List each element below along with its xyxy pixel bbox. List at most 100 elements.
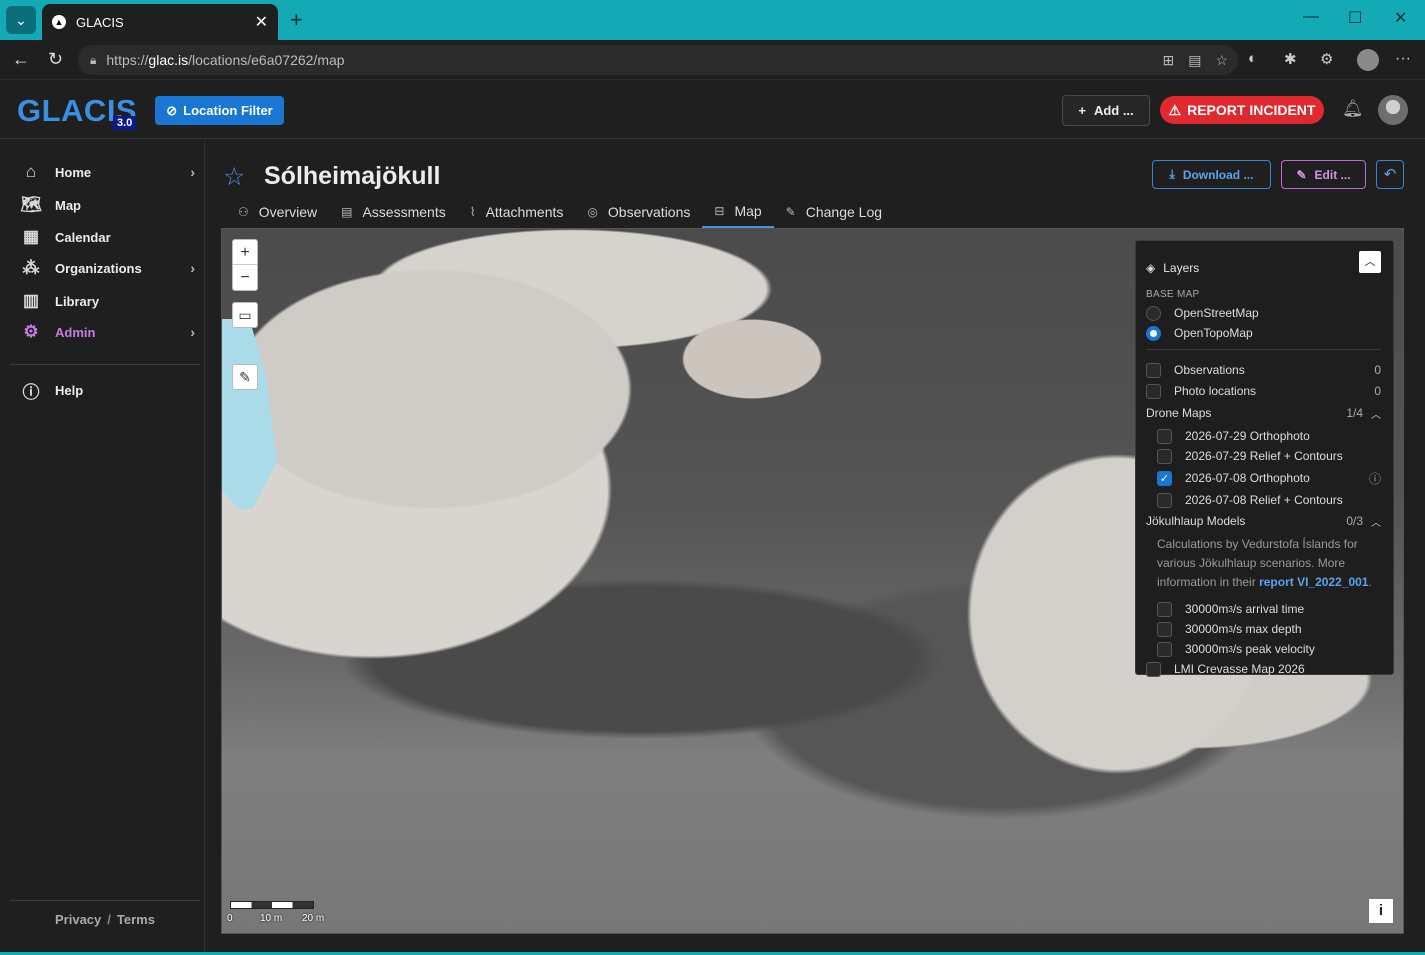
- minimize-icon[interactable]: —: [1303, 8, 1319, 26]
- overlay-label: Observations: [1174, 363, 1245, 377]
- terms-link[interactable]: Terms: [117, 912, 155, 927]
- sidebar-item-home[interactable]: ⌂ Home ›: [20, 160, 195, 184]
- tab-label: Assessments: [362, 204, 446, 220]
- report-incident-button[interactable]: ⚠ REPORT INCIDENT: [1160, 96, 1324, 124]
- drone-map-option[interactable]: 2026-07-08 Relief + Contours: [1157, 491, 1381, 509]
- jokulhlaup-model-option[interactable]: 30000m 3/s peak velocity: [1157, 640, 1381, 658]
- chevron-right-icon: ›: [190, 260, 195, 276]
- back-arrow-icon[interactable]: ←: [12, 49, 30, 70]
- sidebar-item-calendar[interactable]: ▦ Calendar: [20, 225, 195, 249]
- drone-map-option[interactable]: ✓ 2026-07-08 Orthophoto ⓘ: [1157, 469, 1381, 487]
- app-header: GLACIS 3.0 ⊘ Location Filter + Add ... ⚠…: [0, 81, 1425, 139]
- tab-menu-button[interactable]: ⌄: [6, 6, 36, 34]
- sidebar-item-label: Admin: [55, 324, 96, 340]
- checkbox[interactable]: [1157, 621, 1172, 637]
- new-tab-button[interactable]: +: [290, 6, 303, 34]
- checkbox[interactable]: [1157, 641, 1172, 657]
- add-button[interactable]: + Add ...: [1062, 95, 1150, 126]
- tab-assessments[interactable]: ▤ Assessments: [329, 196, 458, 228]
- map-view[interactable]: + − ▭ ✎ 0 10 m 20 m i ◈ Layers ︿ BASE MA…: [221, 228, 1404, 934]
- checkbox-checked[interactable]: ✓: [1157, 470, 1172, 486]
- tab-observations[interactable]: ◎ Observations: [575, 196, 702, 228]
- draw-edit-icon[interactable]: ✎: [232, 364, 258, 390]
- sidebar-item-organizations[interactable]: ⁂ Organizations ›: [20, 256, 196, 280]
- notifications-bell-icon[interactable]: 🔔︎: [1342, 99, 1364, 119]
- sidebar-item-map[interactable]: 🗺︎ Map: [20, 193, 195, 217]
- crevasse-map-option[interactable]: LMI Crevasse Map 2026: [1146, 660, 1381, 678]
- calendar-icon: ▦: [22, 227, 40, 246]
- edit-log-icon: ✎: [785, 205, 796, 219]
- drone-map-label: 2026-07-29 Orthophoto: [1185, 429, 1310, 443]
- drone-maps-group[interactable]: Drone Maps 1/4 ︿: [1146, 406, 1381, 421]
- overlay-count: 0: [1374, 363, 1381, 377]
- checkbox[interactable]: [1146, 362, 1161, 378]
- close-tab-icon[interactable]: ✕: [255, 12, 268, 32]
- extension-shield-icon[interactable]: ◐: [1248, 50, 1257, 67]
- undo-back-button[interactable]: ↶: [1376, 160, 1404, 189]
- organizations-icon: ⁂: [22, 258, 40, 277]
- checkbox[interactable]: [1157, 448, 1172, 464]
- report-incident-label: REPORT INCIDENT: [1187, 102, 1316, 118]
- sidebar-item-admin[interactable]: ⚙ Admin ›: [20, 320, 195, 344]
- privacy-link[interactable]: Privacy: [55, 912, 101, 927]
- info-circle-icon[interactable]: ⓘ: [1369, 470, 1381, 487]
- sidebar-item-label: Library: [55, 293, 100, 309]
- checkbox[interactable]: [1146, 661, 1161, 677]
- site-info-icon[interactable]: 🔒︎: [90, 53, 96, 68]
- group-label: Drone Maps: [1146, 406, 1212, 420]
- base-map-option[interactable]: OpenTopoMap: [1146, 324, 1381, 342]
- jokulhlaup-model-option[interactable]: 30000m 3/s arrival time: [1157, 600, 1381, 618]
- sidebar-item-library[interactable]: ▥ Library: [20, 289, 195, 313]
- map-water-area: [222, 319, 277, 509]
- chevron-right-icon: ›: [190, 324, 195, 340]
- drone-map-option[interactable]: 2026-07-29 Orthophoto: [1157, 427, 1381, 445]
- base-map-option[interactable]: OpenStreetMap: [1146, 304, 1381, 322]
- radio-button[interactable]: [1146, 305, 1161, 321]
- favorite-star-icon[interactable]: ☆: [223, 162, 245, 192]
- tab-change-log[interactable]: ✎ Change Log: [774, 196, 894, 228]
- overlay-option[interactable]: Photo locations 0: [1146, 382, 1381, 400]
- location-filter-button[interactable]: ⊘ Location Filter: [155, 96, 284, 125]
- browser-menu-icon[interactable]: ···: [1395, 50, 1411, 68]
- browser-tab[interactable]: ▲ GLACIS ✕: [42, 4, 278, 40]
- browser-profile-avatar[interactable]: [1357, 49, 1379, 71]
- sidebar-item-help[interactable]: ⓘ Help: [20, 378, 195, 402]
- tab-map[interactable]: ⊟ Map: [702, 196, 774, 228]
- jokulhlaup-models-group[interactable]: Jökulhlaup Models 0/3 ︿: [1146, 514, 1381, 529]
- help-icon: ⓘ: [22, 382, 40, 402]
- checkbox[interactable]: [1157, 492, 1172, 508]
- checkbox[interactable]: [1157, 428, 1172, 444]
- jokulhlaup-model-option[interactable]: 30000m 3/s max depth: [1157, 620, 1381, 638]
- jokulhlaup-description: Calculations by Vedurstofa Íslands for v…: [1157, 535, 1381, 592]
- tab-overview[interactable]: ⚇ Overview: [226, 196, 329, 228]
- overlay-option[interactable]: Observations 0: [1146, 361, 1381, 379]
- zoom-out-button[interactable]: −: [233, 265, 257, 290]
- edit-button[interactable]: ✎ Edit ...: [1281, 160, 1366, 189]
- favorite-star-icon[interactable]: ☆: [1215, 52, 1228, 69]
- download-button[interactable]: ⤓ Download ...: [1152, 160, 1271, 189]
- sidebar-item-label: Organizations: [55, 260, 142, 276]
- radio-button-selected[interactable]: [1146, 325, 1161, 341]
- zoom-in-button[interactable]: +: [233, 240, 257, 265]
- reload-icon[interactable]: ↻: [48, 49, 63, 70]
- extension-tool-icon[interactable]: ✱: [1284, 50, 1297, 68]
- tab-attachments[interactable]: ⌇ Attachments: [458, 196, 576, 228]
- maximize-icon[interactable]: ☐: [1348, 8, 1362, 28]
- tab-label: Attachments: [485, 204, 564, 220]
- url-bar[interactable]: 🔒︎ https://glac.is/locations/e6a07262/ma…: [78, 45, 1238, 75]
- user-avatar[interactable]: [1378, 95, 1408, 125]
- checkbox[interactable]: [1157, 601, 1172, 617]
- drone-map-label: 2026-07-29 Relief + Contours: [1185, 449, 1343, 463]
- apps-icon[interactable]: ⊞: [1162, 52, 1174, 69]
- extensions-puzzle-icon[interactable]: ⚙: [1320, 50, 1333, 68]
- drone-map-option[interactable]: 2026-07-29 Relief + Contours: [1157, 447, 1381, 465]
- report-link[interactable]: report VI_2022_001: [1259, 575, 1368, 589]
- model-value: 30000m: [1185, 642, 1229, 656]
- measure-ruler-icon[interactable]: ▭: [232, 302, 258, 328]
- download-icon: ⤓: [1169, 167, 1175, 181]
- checkbox[interactable]: [1146, 383, 1161, 399]
- window-close-icon[interactable]: ✕: [1394, 8, 1407, 28]
- map-info-button[interactable]: i: [1369, 899, 1393, 923]
- reader-icon[interactable]: ▤: [1188, 52, 1201, 69]
- collapse-layers-button[interactable]: ︿: [1359, 251, 1381, 273]
